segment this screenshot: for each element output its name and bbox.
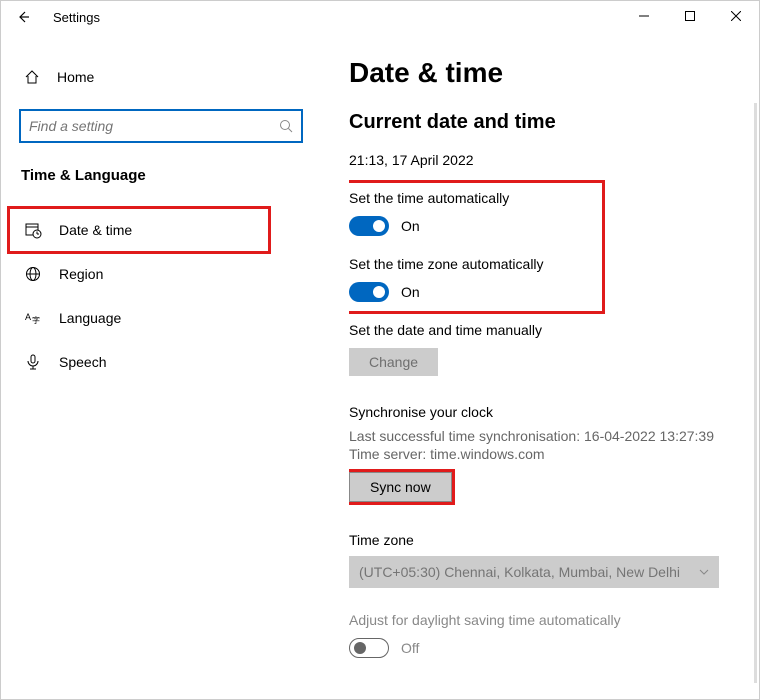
sidebar-item-label: Date & time [59, 222, 132, 238]
search-container [19, 109, 303, 143]
timezone-select: (UTC+05:30) Chennai, Kolkata, Mumbai, Ne… [349, 556, 719, 588]
language-icon: A字 [23, 310, 43, 326]
sidebar-item-language[interactable]: A字 Language [1, 296, 321, 340]
sidebar-item-label: Speech [59, 354, 106, 370]
svg-text:字: 字 [32, 315, 40, 325]
home-link[interactable]: Home [1, 59, 321, 95]
sidebar-item-label: Language [59, 310, 121, 326]
microphone-icon [23, 354, 43, 370]
current-datetime: 21:13, 17 April 2022 [349, 152, 739, 168]
dst-section: Adjust for daylight saving time automati… [349, 612, 739, 658]
auto-tz-toggle-row: On [349, 282, 739, 302]
auto-tz-label: Set the time zone automatically [349, 256, 739, 272]
manual-time-label: Set the date and time manually [349, 322, 739, 338]
sync-server-info: Time server: time.windows.com [349, 446, 739, 462]
titlebar: Settings [1, 1, 759, 33]
scrollbar[interactable] [754, 103, 757, 683]
home-label: Home [57, 69, 94, 85]
maximize-icon [685, 11, 695, 21]
main-panel: Date & time Current date and time 21:13,… [321, 33, 759, 699]
toggle-knob [354, 642, 366, 654]
maximize-button[interactable] [667, 1, 713, 31]
close-icon [731, 11, 741, 21]
settings-window: Settings Home [0, 0, 760, 700]
page-subheading: Current date and time [349, 111, 739, 134]
search-icon [279, 119, 293, 133]
toggle-knob [373, 286, 385, 298]
sidebar-item-speech[interactable]: Speech [1, 340, 321, 384]
dst-toggle [349, 638, 389, 658]
search-input[interactable] [29, 118, 279, 134]
timezone-section: Time zone (UTC+05:30) Chennai, Kolkata, … [349, 532, 739, 588]
sidebar-section-title: Time & Language [1, 167, 321, 184]
chevron-down-icon [699, 569, 709, 575]
back-button[interactable] [9, 3, 37, 31]
sidebar: Home Time & Language Date & time [1, 33, 321, 699]
toggle-knob [373, 220, 385, 232]
change-button: Change [349, 348, 438, 376]
sync-last-info: Last successful time synchronisation: 16… [349, 428, 739, 444]
svg-text:A: A [25, 312, 31, 322]
window-title: Settings [53, 10, 100, 25]
auto-time-toggle-row: On [349, 216, 739, 236]
close-button[interactable] [713, 1, 759, 31]
sync-section: Synchronise your clock Last successful t… [349, 404, 739, 502]
sync-now-button[interactable]: Sync now [349, 472, 452, 502]
dst-state: Off [401, 640, 419, 656]
sidebar-item-label: Region [59, 266, 103, 282]
calendar-clock-icon [23, 222, 43, 239]
timezone-value: (UTC+05:30) Chennai, Kolkata, Mumbai, Ne… [359, 564, 680, 580]
auto-tz-toggle[interactable] [349, 282, 389, 302]
minimize-icon [639, 11, 649, 21]
sidebar-item-date-time[interactable]: Date & time [1, 208, 321, 252]
arrow-left-icon [16, 10, 30, 24]
sync-title: Synchronise your clock [349, 404, 739, 420]
dst-label: Adjust for daylight saving time automati… [349, 612, 739, 628]
auto-time-state: On [401, 218, 420, 234]
home-icon [23, 69, 41, 85]
sidebar-item-region[interactable]: Region [1, 252, 321, 296]
minimize-button[interactable] [621, 1, 667, 31]
auto-time-label: Set the time automatically [349, 190, 739, 206]
globe-icon [23, 266, 43, 282]
timezone-label: Time zone [349, 532, 739, 548]
main-scroll[interactable]: Date & time Current date and time 21:13,… [349, 57, 759, 699]
window-controls [621, 1, 759, 31]
content-area: Home Time & Language Date & time [1, 33, 759, 699]
search-box[interactable] [19, 109, 303, 143]
dst-toggle-row: Off [349, 638, 739, 658]
auto-tz-state: On [401, 284, 420, 300]
auto-time-toggle[interactable] [349, 216, 389, 236]
page-heading: Date & time [349, 57, 739, 89]
